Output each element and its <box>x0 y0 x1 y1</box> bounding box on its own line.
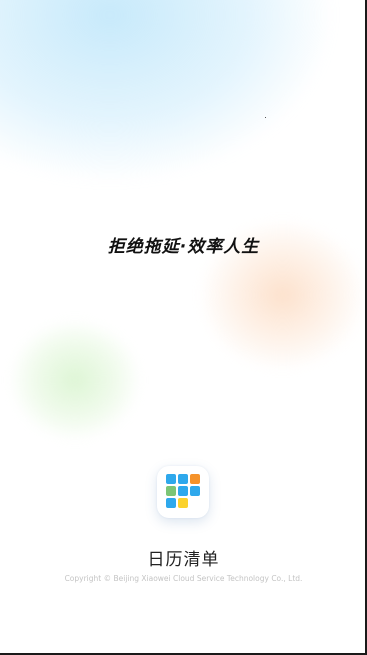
app-name: 日历清单 <box>147 550 220 570</box>
calendar-grid-icon <box>166 486 176 496</box>
app-logo <box>157 466 209 518</box>
calendar-grid-icon <box>166 474 176 484</box>
green-glow-decoration <box>10 320 140 440</box>
copyright-text: Copyright © Beijing Xiaowei Cloud Servic… <box>64 574 303 583</box>
calendar-grid-icon <box>178 474 188 484</box>
calendar-grid-icon <box>190 474 200 484</box>
calendar-grid-icon <box>178 486 188 496</box>
calendar-grid-icon <box>178 498 188 508</box>
calendar-grid-icon <box>166 498 176 508</box>
dot-decoration <box>265 117 266 118</box>
calendar-grid-icon <box>190 486 200 496</box>
slogan: 拒绝拖延·效率人生 <box>107 237 260 257</box>
blue-glow-decoration <box>0 0 330 180</box>
splash-screen: 拒绝拖延·效率人生 日历清单 Copyright © Beijing Xiaow… <box>0 0 367 655</box>
